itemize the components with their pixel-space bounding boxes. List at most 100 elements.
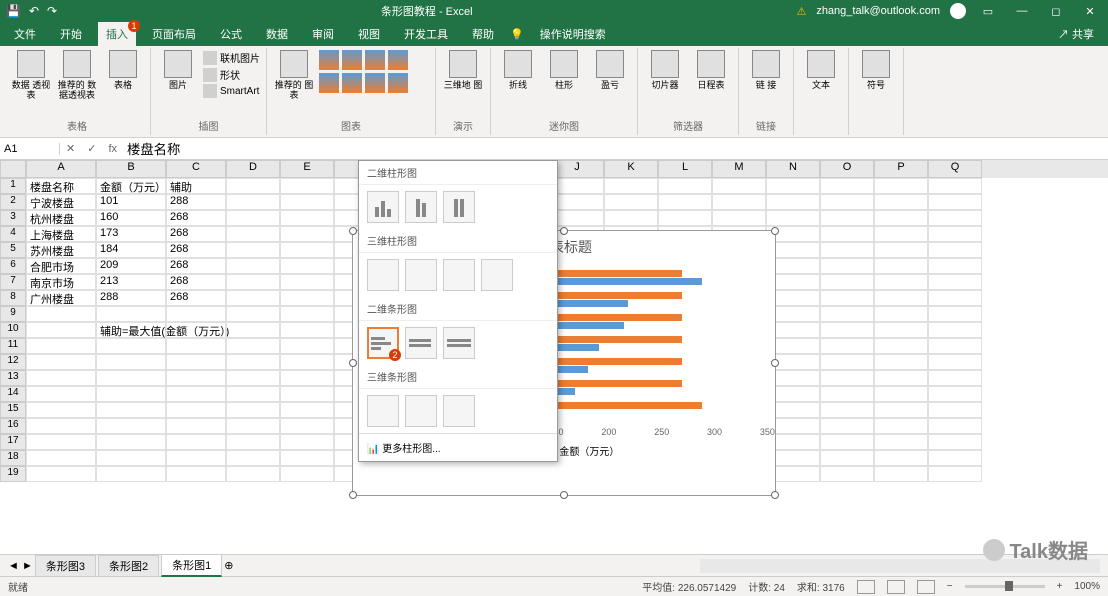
stacked-column-icon[interactable]: [405, 191, 437, 223]
cell[interactable]: [820, 242, 874, 258]
cell[interactable]: [166, 450, 226, 466]
fx-icon[interactable]: fx: [102, 143, 123, 155]
cell[interactable]: [226, 338, 280, 354]
cell[interactable]: [26, 338, 96, 354]
cell[interactable]: [820, 194, 874, 210]
cell[interactable]: [874, 306, 928, 322]
resize-handle[interactable]: [349, 359, 357, 367]
cell[interactable]: [874, 386, 928, 402]
cell[interactable]: [26, 450, 96, 466]
col-header[interactable]: N: [766, 160, 820, 178]
row-header[interactable]: 12: [0, 354, 26, 370]
cell[interactable]: [820, 402, 874, 418]
cell[interactable]: [280, 274, 334, 290]
cell[interactable]: [280, 338, 334, 354]
row-header[interactable]: 19: [0, 466, 26, 482]
tell-me[interactable]: 操作说明搜索: [532, 22, 614, 46]
cell[interactable]: [658, 178, 712, 194]
cell[interactable]: 杭州楼盘: [26, 210, 96, 226]
pie-chart-icon[interactable]: [365, 50, 385, 70]
cell[interactable]: 268: [166, 274, 226, 290]
cell[interactable]: 楼盘名称: [26, 178, 96, 194]
cell[interactable]: [874, 226, 928, 242]
page-break-view-icon[interactable]: [917, 580, 935, 594]
3d-clustered-column-icon[interactable]: [367, 259, 399, 291]
cell[interactable]: [226, 466, 280, 482]
cell[interactable]: [96, 418, 166, 434]
cell[interactable]: [226, 322, 280, 338]
cell[interactable]: [226, 386, 280, 402]
online-pictures-button[interactable]: 联机图片: [203, 50, 260, 65]
row-header[interactable]: 7: [0, 274, 26, 290]
cell[interactable]: 288: [166, 194, 226, 210]
cell[interactable]: [226, 258, 280, 274]
col-header[interactable]: C: [166, 160, 226, 178]
cell[interactable]: [928, 450, 982, 466]
cell[interactable]: [26, 434, 96, 450]
cell[interactable]: 苏州楼盘: [26, 242, 96, 258]
stacked-bar-icon[interactable]: [405, 327, 437, 359]
row-header[interactable]: 11: [0, 338, 26, 354]
cell[interactable]: [280, 306, 334, 322]
cell[interactable]: [280, 178, 334, 194]
cell[interactable]: [874, 338, 928, 354]
cell[interactable]: [550, 178, 604, 194]
cell[interactable]: 268: [166, 258, 226, 274]
maximize-icon[interactable]: ◻: [1044, 5, 1068, 18]
cell[interactable]: [166, 418, 226, 434]
cell[interactable]: [928, 258, 982, 274]
cell[interactable]: [166, 322, 226, 338]
tab-dev[interactable]: 开发工具: [396, 22, 456, 46]
map-chart-icon[interactable]: [365, 73, 385, 93]
recommended-pivot-button[interactable]: 推荐的 数据透视表: [56, 50, 98, 100]
cell[interactable]: [928, 402, 982, 418]
new-sheet-button[interactable]: ⊕: [224, 559, 233, 572]
tab-insert[interactable]: 插入1: [98, 22, 136, 46]
cell[interactable]: [280, 386, 334, 402]
cell[interactable]: [280, 322, 334, 338]
cell[interactable]: [820, 354, 874, 370]
cell[interactable]: [928, 210, 982, 226]
cell[interactable]: [26, 386, 96, 402]
cell[interactable]: [226, 434, 280, 450]
resize-handle[interactable]: [560, 227, 568, 235]
cell[interactable]: [226, 178, 280, 194]
recommended-charts-button[interactable]: 推荐的 图表: [273, 50, 315, 100]
cell[interactable]: 金额（万元）: [96, 178, 166, 194]
cell[interactable]: [226, 450, 280, 466]
cell[interactable]: [928, 194, 982, 210]
row-header[interactable]: 9: [0, 306, 26, 322]
cell[interactable]: 173: [96, 226, 166, 242]
cell[interactable]: [96, 450, 166, 466]
cell[interactable]: [280, 418, 334, 434]
cell[interactable]: 288: [96, 290, 166, 306]
timeline-button[interactable]: 日程表: [690, 50, 732, 90]
row-header[interactable]: 18: [0, 450, 26, 466]
save-icon[interactable]: 💾: [6, 4, 21, 18]
slicer-button[interactable]: 切片器: [644, 50, 686, 90]
cell[interactable]: [928, 274, 982, 290]
cell[interactable]: [874, 450, 928, 466]
cell[interactable]: [820, 306, 874, 322]
cell[interactable]: [874, 402, 928, 418]
cell[interactable]: [280, 466, 334, 482]
cell[interactable]: 268: [166, 290, 226, 306]
sparkline-winloss-button[interactable]: 盈亏: [589, 50, 631, 90]
row-header[interactable]: 13: [0, 370, 26, 386]
cell[interactable]: [96, 306, 166, 322]
name-box[interactable]: A1: [0, 143, 60, 155]
cell[interactable]: [26, 322, 96, 338]
cell[interactable]: [928, 226, 982, 242]
row-header[interactable]: 1: [0, 178, 26, 194]
table-button[interactable]: 表格: [102, 50, 144, 90]
cell[interactable]: [820, 210, 874, 226]
scatter-chart-icon[interactable]: [342, 73, 362, 93]
link-button[interactable]: 链 接: [745, 50, 787, 90]
col-header[interactable]: A: [26, 160, 96, 178]
area-chart-icon[interactable]: [319, 73, 339, 93]
cell[interactable]: 宁波楼盘: [26, 194, 96, 210]
cell[interactable]: [26, 402, 96, 418]
undo-icon[interactable]: ↶: [29, 4, 39, 18]
cell[interactable]: [874, 258, 928, 274]
cell[interactable]: [280, 290, 334, 306]
